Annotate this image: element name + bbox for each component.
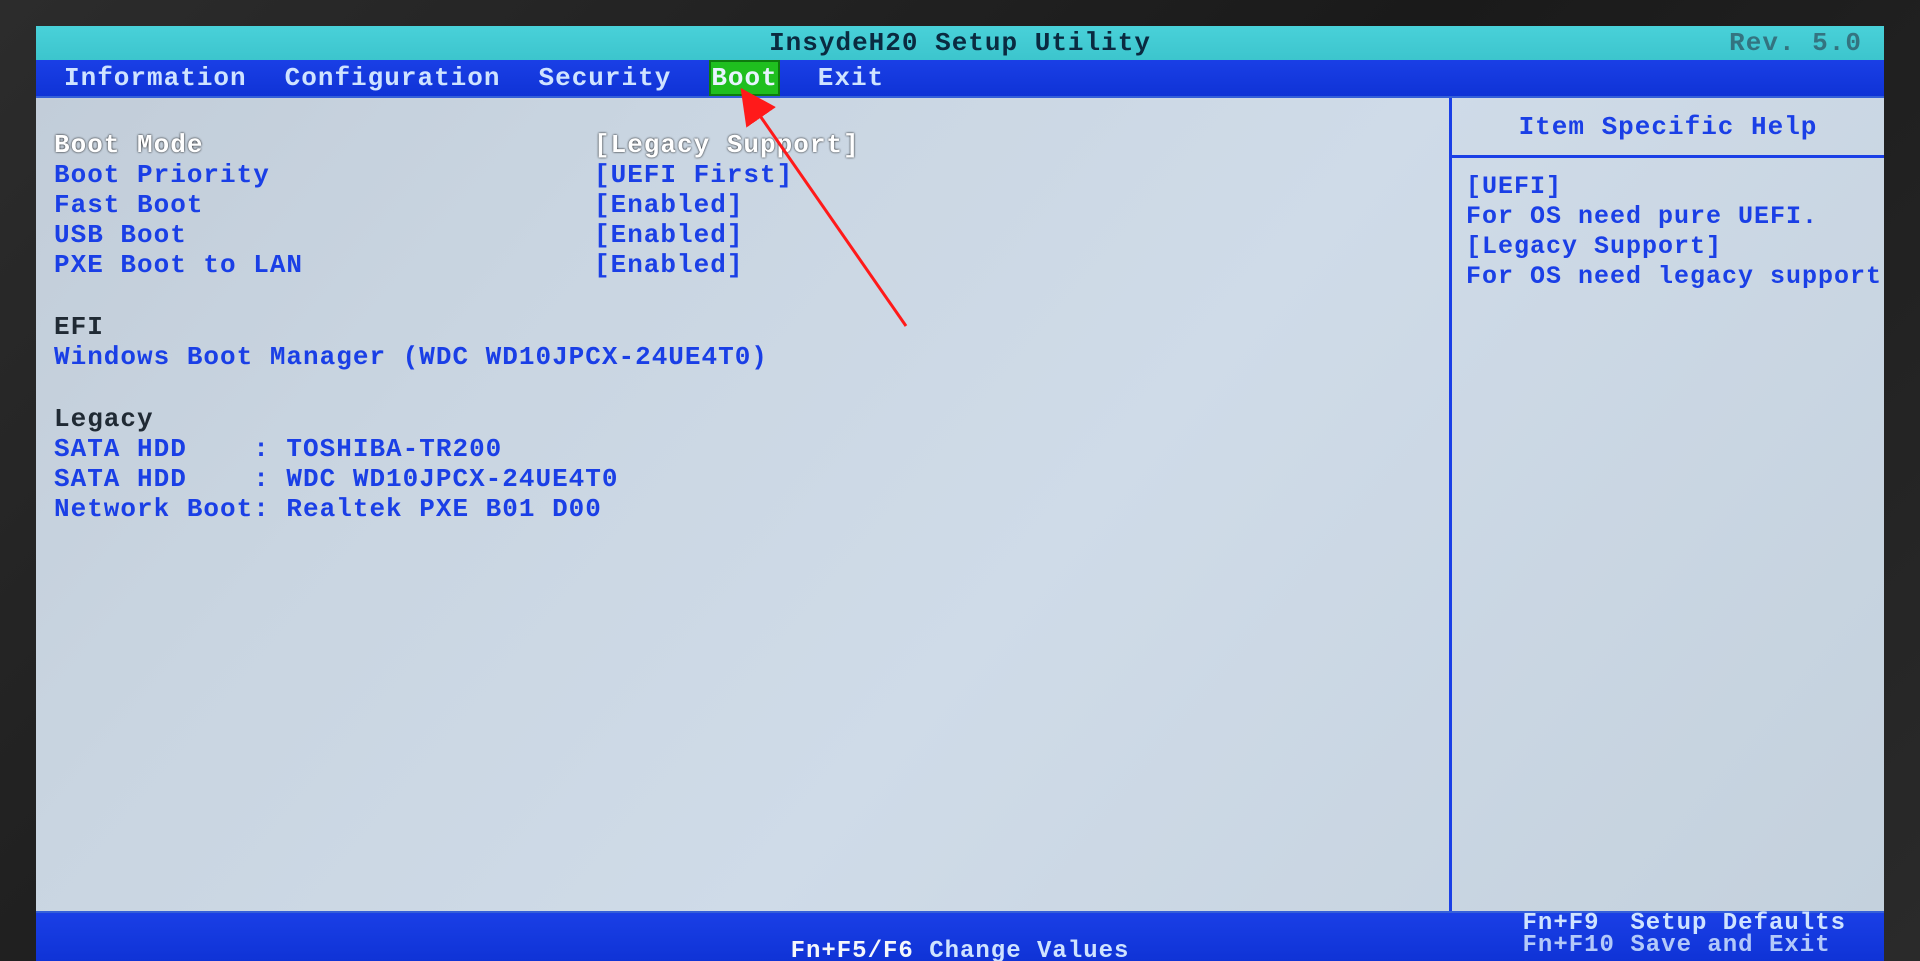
setting-label: Boot Mode	[54, 130, 594, 160]
setting-value: [UEFI First]	[594, 160, 793, 190]
setting-label: PXE Boot to LAN	[54, 250, 594, 280]
help-panel: Item Specific Help [UEFI] For OS need pu…	[1452, 98, 1884, 911]
footer-change-values: Fn+F5/F6 Change Values	[791, 938, 1130, 961]
monitor-bezel: InsydeH20 Setup Utility Rev. 5.0 Informa…	[0, 0, 1920, 961]
setting-label: Boot Priority	[54, 160, 594, 190]
legacy-boot-entry[interactable]: Network Boot: Realtek PXE B01 D00	[54, 494, 1437, 524]
legacy-boot-entry[interactable]: SATA HDD : TOSHIBA-TR200	[54, 434, 1437, 464]
tab-exit[interactable]: Exit	[818, 60, 884, 96]
setting-fast-boot[interactable]: Fast Boot [Enabled]	[54, 190, 1437, 220]
app-title: InsydeH20 Setup Utility	[769, 26, 1151, 60]
setting-value: [Enabled]	[594, 220, 743, 250]
tab-configuration[interactable]: Configuration	[285, 60, 501, 96]
setting-pxe-boot[interactable]: PXE Boot to LAN [Enabled]	[54, 250, 1437, 280]
legacy-heading: Legacy	[54, 404, 1437, 434]
setting-value: [Enabled]	[594, 250, 743, 280]
bios-screen: InsydeH20 Setup Utility Rev. 5.0 Informa…	[36, 26, 1884, 961]
tab-information[interactable]: Information	[64, 60, 247, 96]
setting-label: Fast Boot	[54, 190, 594, 220]
tab-security[interactable]: Security	[538, 60, 671, 96]
menu-bar: Information Configuration Security Boot …	[36, 60, 1884, 96]
efi-heading: EFI	[54, 312, 1437, 342]
help-title: Item Specific Help	[1452, 98, 1884, 158]
footer-label: Change Values	[929, 938, 1129, 961]
footer-right: Fn+F9 Setup Defaults Fn+F10 Save and Exi…	[1523, 913, 1846, 957]
revision-label: Rev. 5.0	[1729, 26, 1862, 60]
settings-panel: Boot Mode [Legacy Support] Boot Priority…	[36, 98, 1452, 911]
footer-key: Fn+F10	[1523, 932, 1615, 959]
setting-boot-priority[interactable]: Boot Priority [UEFI First]	[54, 160, 1437, 190]
body-area: Boot Mode [Legacy Support] Boot Priority…	[36, 96, 1884, 913]
setting-boot-mode[interactable]: Boot Mode [Legacy Support]	[54, 130, 1437, 160]
legacy-boot-entry[interactable]: SATA HDD : WDC WD10JPCX-24UE4T0	[54, 464, 1437, 494]
setting-value: [Enabled]	[594, 190, 743, 220]
footer-label: Save and Exit	[1630, 932, 1830, 959]
setting-label: USB Boot	[54, 220, 594, 250]
title-bar: InsydeH20 Setup Utility Rev. 5.0	[36, 26, 1884, 60]
setting-usb-boot[interactable]: USB Boot [Enabled]	[54, 220, 1437, 250]
efi-boot-entry[interactable]: Windows Boot Manager (WDC WD10JPCX-24UE4…	[54, 342, 1437, 372]
help-body: [UEFI] For OS need pure UEFI. [Legacy Su…	[1452, 158, 1884, 306]
footer-bar: Fn+F5/F6 Change Values Fn+F9 Setup Defau…	[36, 913, 1884, 961]
setting-value: [Legacy Support]	[594, 130, 860, 160]
tab-boot[interactable]: Boot	[709, 60, 779, 96]
footer-key: Fn+F5/F6	[791, 938, 914, 961]
